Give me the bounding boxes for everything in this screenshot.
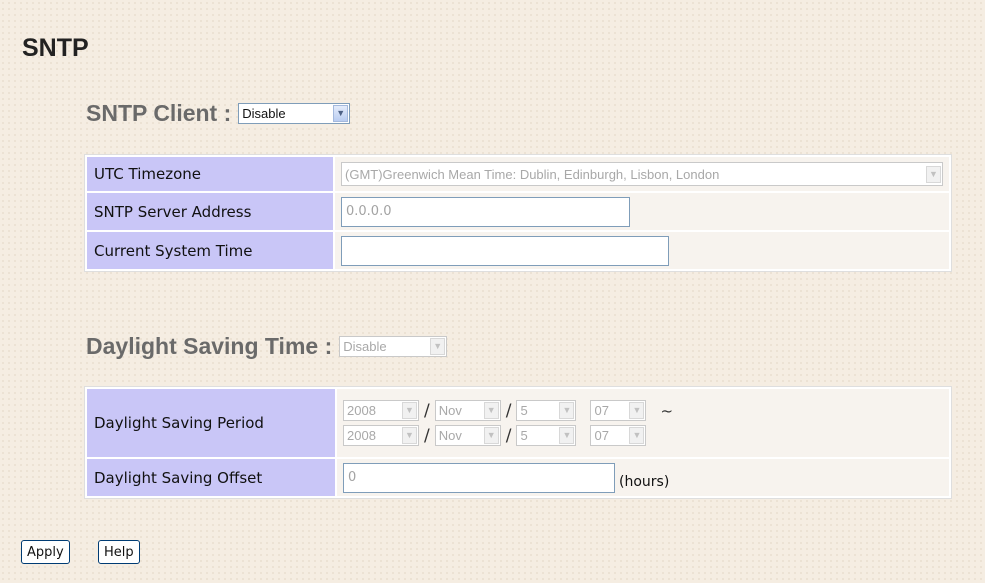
end-year-select[interactable]: 2008 ▼ (343, 425, 419, 446)
current-time-cell (335, 232, 949, 269)
start-hour-select[interactable]: 07 ▼ (590, 400, 647, 421)
server-address-cell: 0.0.0.0 (335, 193, 949, 230)
table-row: Daylight Saving Offset 0 (hours) (87, 459, 949, 496)
date-separator: / (424, 400, 430, 421)
chevron-down-icon: ▼ (926, 165, 941, 183)
apply-button[interactable]: Apply (21, 540, 70, 564)
chevron-down-icon: ▼ (402, 427, 417, 444)
start-year-select[interactable]: 2008 ▼ (343, 400, 419, 421)
sntp-client-label: SNTP Client : (86, 100, 232, 126)
dst-period-start: 2008 ▼ / Nov ▼ / 5 ▼ 07 ▼ ~ (343, 398, 943, 423)
end-month-select[interactable]: Nov ▼ (434, 425, 501, 446)
end-hour-select[interactable]: 07 ▼ (590, 425, 647, 446)
current-time-label: Current System Time (87, 232, 333, 269)
utc-timezone-select[interactable]: (GMT)Greenwich Mean Time: Dublin, Edinbu… (341, 162, 943, 186)
chevron-down-icon: ▼ (559, 427, 575, 444)
chevron-down-icon: ▼ (402, 402, 417, 419)
date-separator: / (505, 425, 512, 446)
date-separator: / (424, 425, 430, 446)
dst-period-label: Daylight Saving Period (87, 389, 335, 457)
end-month-value: Nov (438, 428, 462, 443)
end-year-value: 2008 (347, 428, 376, 443)
end-day-value: 5 (520, 428, 528, 443)
dst-offset-label: Daylight Saving Offset (87, 459, 335, 496)
page-title: SNTP (22, 34, 89, 62)
dst-period-cell: 2008 ▼ / Nov ▼ / 5 ▼ 07 ▼ ~ 2008 ▼ / Nov ▼ / 5… (337, 389, 949, 457)
chevron-down-icon: ▼ (333, 105, 349, 122)
sntp-client-heading: SNTP Client : Disable ▼ (86, 100, 351, 127)
sntp-settings-table: UTC Timezone (GMT)Greenwich Mean Time: D… (84, 154, 952, 272)
utc-timezone-label: UTC Timezone (87, 157, 333, 191)
daylight-saving-label: Daylight Saving Time : (86, 333, 333, 359)
help-button[interactable]: Help (98, 540, 140, 564)
table-row: UTC Timezone (GMT)Greenwich Mean Time: D… (87, 157, 949, 191)
dst-offset-cell: 0 (hours) (337, 459, 949, 496)
daylight-saving-value: Disable (343, 339, 387, 354)
utc-timezone-cell: (GMT)Greenwich Mean Time: Dublin, Edinbu… (335, 157, 949, 191)
chevron-down-icon: ▼ (629, 402, 645, 419)
table-row: Daylight Saving Period 2008 ▼ / Nov ▼ / 5 ▼… (87, 389, 949, 457)
dst-period-end: 2008 ▼ / Nov ▼ / 5 ▼ 07 ▼ (343, 423, 943, 448)
utc-timezone-value: (GMT)Greenwich Mean Time: Dublin, Edinbu… (345, 166, 720, 182)
table-row: Current System Time (87, 232, 949, 269)
sntp-client-value: Disable (242, 106, 286, 121)
start-month-select[interactable]: Nov ▼ (434, 400, 501, 421)
sntp-client-select[interactable]: Disable ▼ (238, 103, 351, 124)
dst-settings-table: Daylight Saving Period 2008 ▼ / Nov ▼ / 5 ▼… (84, 386, 952, 499)
start-day-value: 5 (520, 403, 528, 418)
date-separator: / (505, 400, 512, 421)
start-month-value: Nov (438, 403, 462, 418)
chevron-down-icon: ▼ (629, 427, 645, 444)
daylight-saving-select[interactable]: Disable ▼ (339, 336, 448, 357)
server-address-label: SNTP Server Address (87, 193, 333, 230)
end-day-select[interactable]: 5 ▼ (516, 425, 577, 446)
chevron-down-icon: ▼ (559, 402, 575, 419)
start-day-select[interactable]: 5 ▼ (516, 400, 577, 421)
table-row: SNTP Server Address 0.0.0.0 (87, 193, 949, 230)
current-time-input[interactable] (341, 235, 669, 266)
server-address-input[interactable]: 0.0.0.0 (341, 196, 630, 227)
hours-unit-label: (hours) (619, 474, 670, 490)
end-hour-value: 07 (594, 428, 609, 443)
chevron-down-icon: ▼ (483, 402, 499, 419)
start-year-value: 2008 (347, 403, 376, 418)
daylight-saving-heading: Daylight Saving Time : Disable ▼ (86, 333, 448, 360)
dst-offset-input[interactable]: 0 (343, 462, 615, 493)
chevron-down-icon: ▼ (430, 338, 446, 355)
start-hour-value: 07 (594, 403, 609, 418)
chevron-down-icon: ▼ (483, 427, 499, 444)
range-tilde: ~ (660, 401, 674, 420)
